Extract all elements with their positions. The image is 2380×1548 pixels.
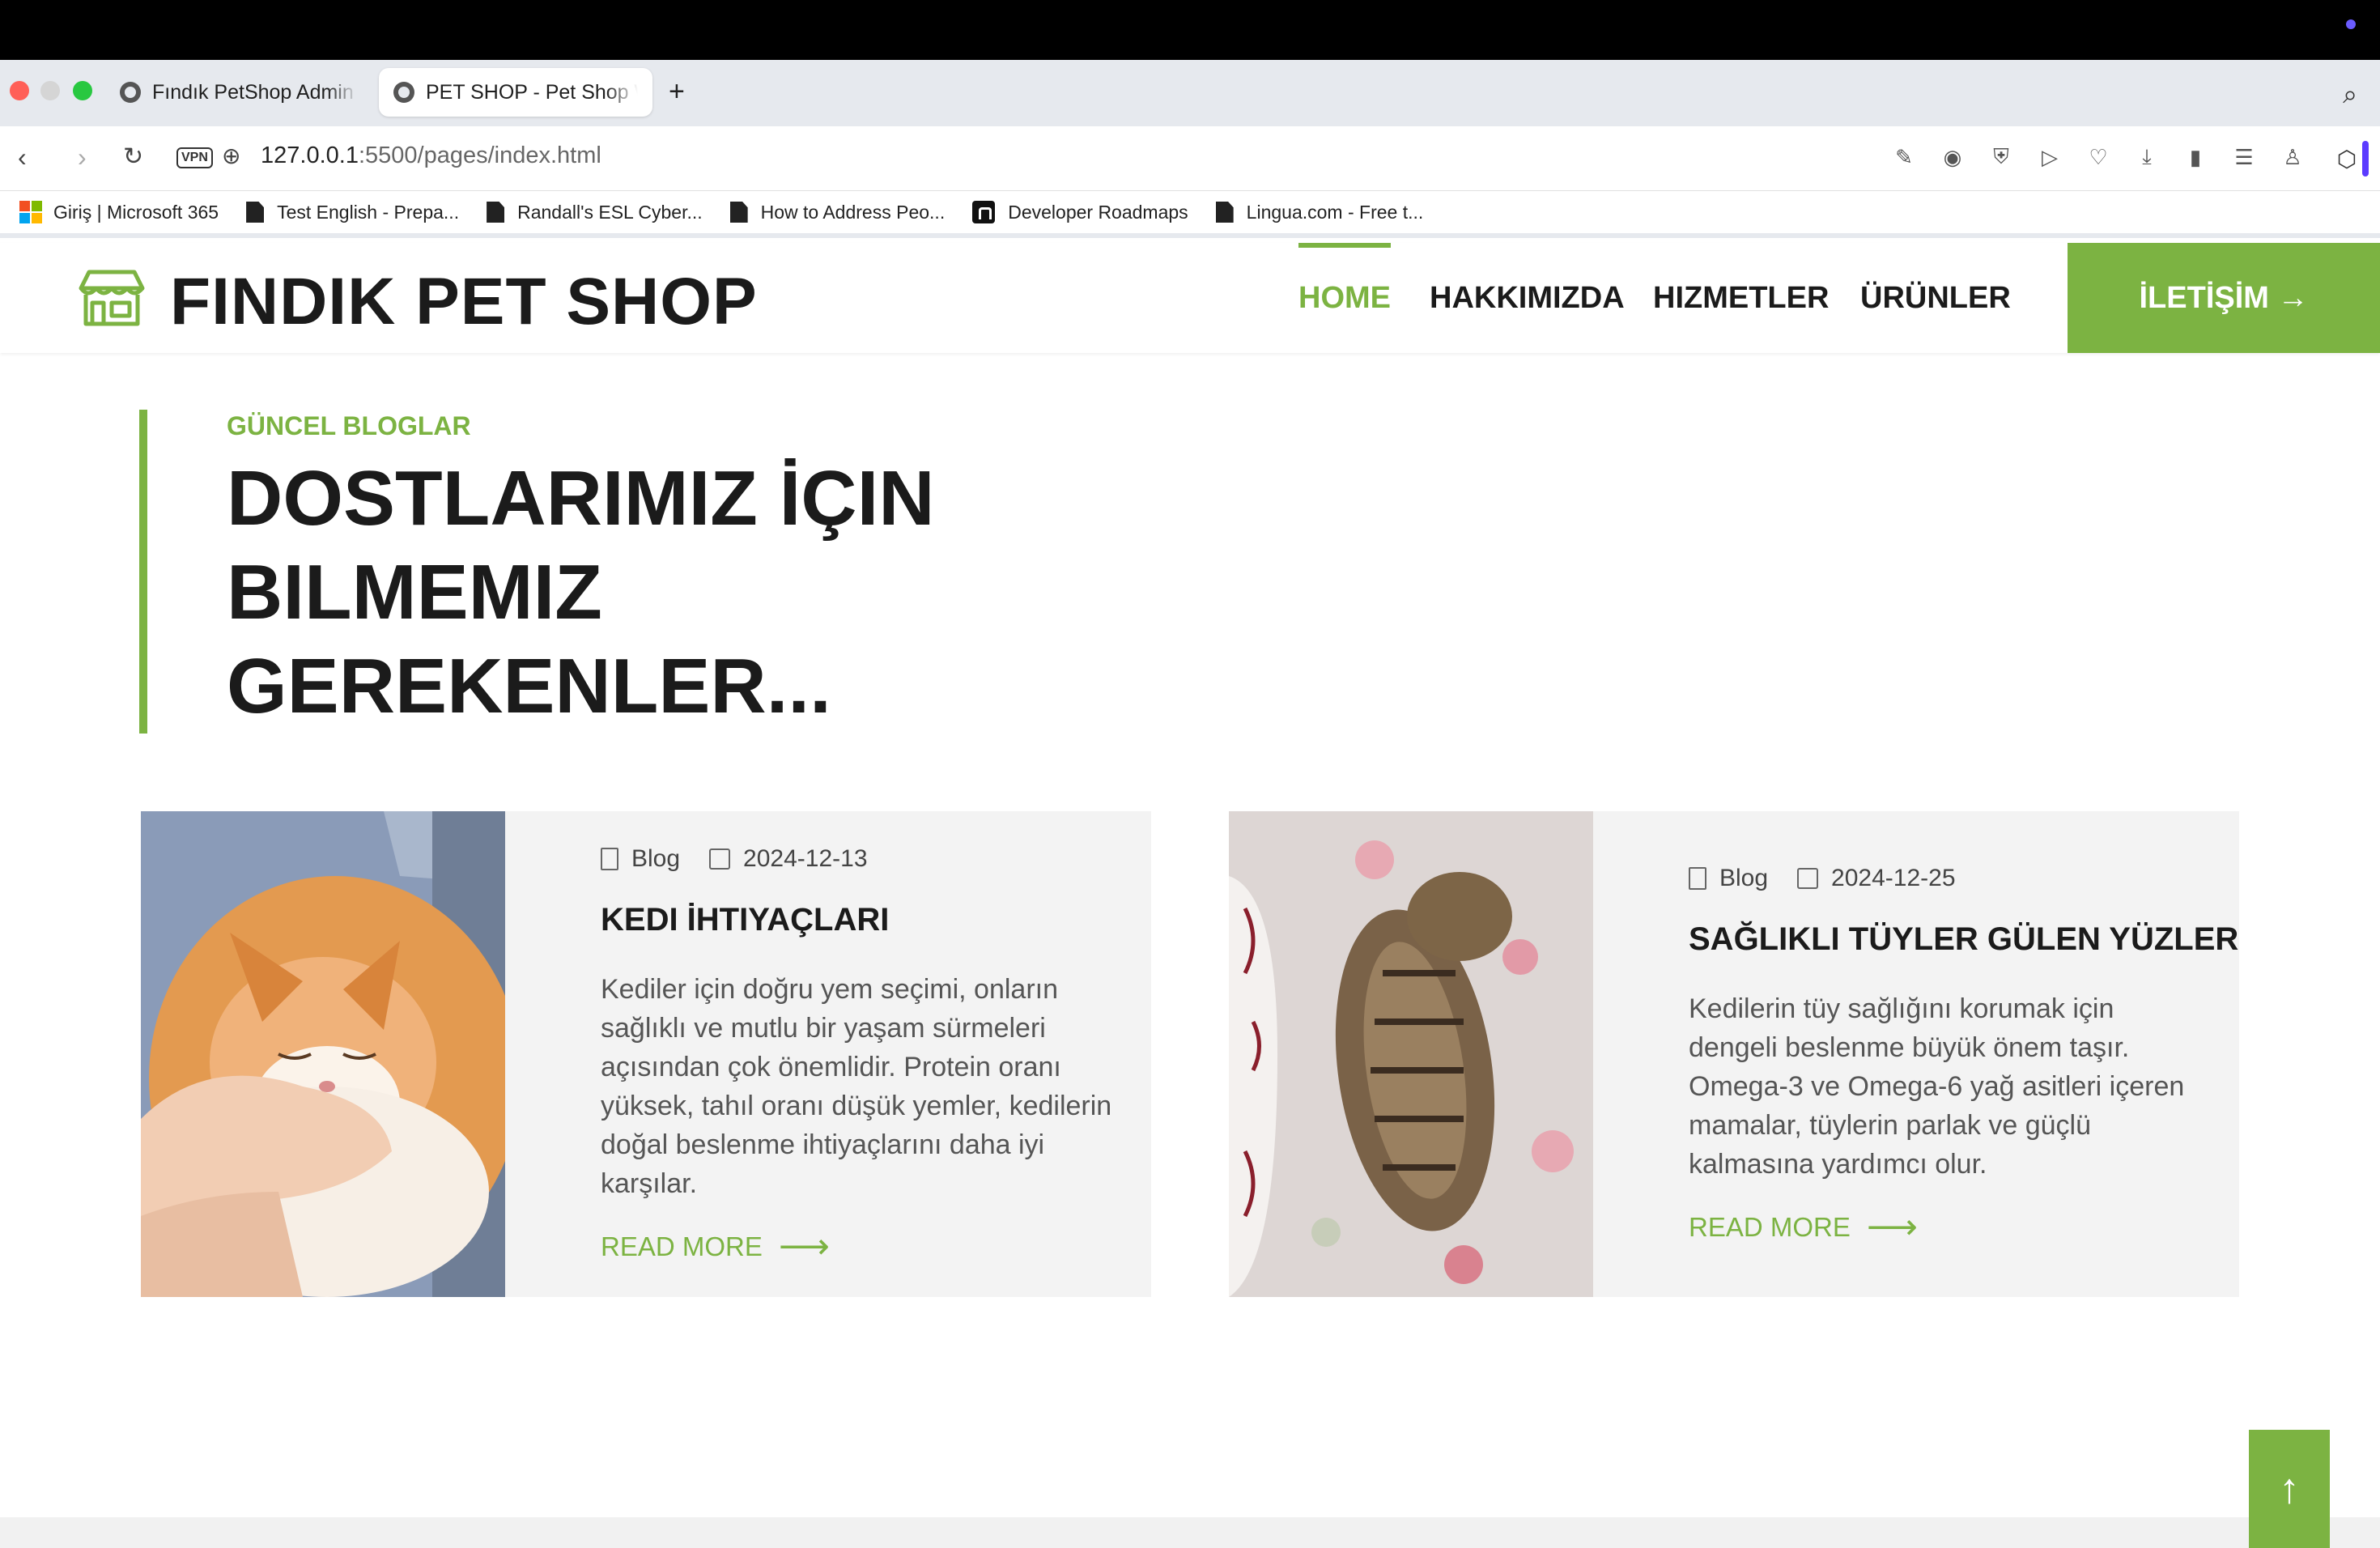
post-description: Kedilerin tüy sağlığını korumak için den… xyxy=(1689,993,2185,1180)
post-title[interactable]: SAĞLIKLI TÜYLER GÜLEN YÜZLER xyxy=(1689,921,2238,958)
blog-card: Blog 2024-12-25 SAĞLIKLI TÜYLER GÜLEN YÜ… xyxy=(1229,811,2239,1297)
calendar-icon xyxy=(1797,868,1819,889)
web-page: FINDIK PET SHOP HOME HAKKIMIZDA HIZMETLE… xyxy=(0,243,2380,1548)
bookmark-microsoft[interactable]: Giriş | Microsoft 365 xyxy=(19,201,219,223)
microsoft-icon xyxy=(19,201,42,223)
search-tabs-icon[interactable]: ⌕ xyxy=(2343,79,2357,110)
post-description: Kediler için doğru yem seçimi, onların s… xyxy=(601,974,1112,1199)
bookmark-lingua[interactable]: Lingua.com - Free t... xyxy=(1215,201,1424,223)
section-subtitle: GÜNCEL BLOGLAR xyxy=(227,411,471,440)
nav-home[interactable]: HOME xyxy=(1298,243,1391,353)
post-meta: Blog 2024-12-25 xyxy=(1689,865,1956,892)
site-info-icon[interactable]: ⊕ xyxy=(222,142,240,169)
bookmark-how-to-address[interactable]: How to Address Peo... xyxy=(729,201,946,223)
blog-card: Blog 2024-12-13 KEDI İHTIYAÇLARI Kediler… xyxy=(141,811,1151,1297)
tab-title: PET SHOP - Pet Shop Website xyxy=(426,80,638,104)
page-icon xyxy=(487,202,505,223)
post-title[interactable]: KEDI İHTIYAÇLARI xyxy=(601,902,889,938)
url-field[interactable]: 127.0.0.1:5500/pages/index.html xyxy=(261,142,601,169)
browser-tab-petshop[interactable]: PET SHOP - Pet Shop Website xyxy=(379,68,652,117)
status-dot xyxy=(2346,19,2356,29)
browser-tab-admin[interactable]: Fındık PetShop Admin Pa xyxy=(105,68,372,117)
new-tab-icon[interactable]: + xyxy=(669,76,685,108)
site-header: FINDIK PET SHOP HOME HAKKIMIZDA HIZMETLE… xyxy=(0,243,2380,353)
forward-icon[interactable]: › xyxy=(78,142,87,172)
nav-hakkimizda[interactable]: HAKKIMIZDA xyxy=(1430,243,1625,353)
page-icon xyxy=(246,202,265,223)
page-icon xyxy=(1215,202,1234,223)
nav-hizmetler[interactable]: HIZMETLER xyxy=(1653,243,1829,353)
bookmark-label: How to Address Peo... xyxy=(760,201,946,223)
arrow-right-icon: ⟶ xyxy=(1866,1207,1918,1247)
post-category[interactable]: Blog xyxy=(631,845,680,873)
footer-strip xyxy=(0,1517,2380,1548)
post-category[interactable]: Blog xyxy=(1719,865,1768,892)
bookmark-label: Giriş | Microsoft 365 xyxy=(53,201,219,223)
read-more-label: READ MORE xyxy=(1689,1211,1851,1242)
profile-icon[interactable]: ♙ xyxy=(2278,142,2307,172)
browser-window: Fındık PetShop Admin Pa PET SHOP - Pet S… xyxy=(0,60,2380,1548)
vpn-badge[interactable]: VPN xyxy=(176,147,213,168)
address-bar: ‹ › ↻ VPN ⊕ 127.0.0.1:5500/pages/index.h… xyxy=(0,126,2380,191)
toolbar-icons: ✎ ◉ ⛨ ▷ ♡ ⤓ ▮ ☰ ♙ xyxy=(1889,142,2307,172)
section-title-line: DOSTLARIMIZ İÇIN xyxy=(227,455,935,542)
page-icon xyxy=(729,202,748,223)
bookmark-developer-roadmaps[interactable]: Developer Roadmaps xyxy=(972,201,1188,223)
bookmark-label: Lingua.com - Free t... xyxy=(1246,201,1424,223)
roadmap-icon xyxy=(972,201,996,223)
section-accent-bar xyxy=(139,410,147,734)
heart-icon[interactable]: ♡ xyxy=(2084,142,2113,172)
post-date: 2024-12-13 xyxy=(743,845,868,872)
post-meta: Blog 2024-12-13 xyxy=(601,845,868,873)
bookmarks-bar: Giriş | Microsoft 365 Test English - Pre… xyxy=(0,191,2380,238)
tab-title: Fındık PetShop Admin Pa xyxy=(152,80,358,104)
shield-icon[interactable]: ⛨ xyxy=(1987,142,2016,172)
maximize-window-button[interactable] xyxy=(73,81,92,100)
bookmark-label: Test English - Prepa... xyxy=(277,201,460,223)
section-title-line: GEREKENLER... xyxy=(227,643,831,729)
sidebar-indicator xyxy=(2362,141,2369,176)
bookmark-randalls[interactable]: Randall's ESL Cyber... xyxy=(487,202,703,223)
bookmark-icon xyxy=(1689,867,1706,890)
edit-icon[interactable]: ✎ xyxy=(1889,142,1919,172)
post-date: 2024-12-25 xyxy=(1831,865,1956,891)
section-title-line: BILMEMIZ xyxy=(227,549,602,636)
nav-urunler[interactable]: ÜRÜNLER xyxy=(1860,243,2011,353)
site-brand[interactable]: FINDIK PET SHOP xyxy=(170,264,758,340)
calendar-icon xyxy=(709,848,731,870)
bookmark-label: Randall's ESL Cyber... xyxy=(517,201,703,223)
globe-icon xyxy=(393,82,414,103)
download-icon[interactable]: ⤓ xyxy=(2132,142,2161,172)
shop-logo-icon[interactable] xyxy=(78,266,146,329)
tab-bar: Fındık PetShop Admin Pa PET SHOP - Pet S… xyxy=(0,60,2380,126)
close-window-button[interactable] xyxy=(10,81,29,100)
minimize-window-button[interactable] xyxy=(40,81,60,100)
arrow-right-icon: ⟶ xyxy=(778,1227,830,1266)
url-path: :5500/pages/index.html xyxy=(358,142,601,168)
battery-icon[interactable]: ▮ xyxy=(2181,142,2210,172)
bookmark-label: Developer Roadmaps xyxy=(1008,201,1188,223)
bookmark-test-english[interactable]: Test English - Prepa... xyxy=(246,202,459,223)
contact-button[interactable]: İLETİŞİM → xyxy=(2068,243,2380,353)
os-menu-bar xyxy=(0,0,2380,60)
blog-image-orange-cat[interactable] xyxy=(141,811,505,1297)
url-host: 127.0.0.1 xyxy=(261,142,359,168)
bookmark-icon xyxy=(601,848,618,870)
extensions-icon[interactable]: ⬡ xyxy=(2314,126,2380,191)
blog-image-tabby-cat[interactable] xyxy=(1229,811,1593,1297)
settings-sliders-icon[interactable]: ☰ xyxy=(2229,142,2259,172)
camera-icon[interactable]: ◉ xyxy=(1938,142,1967,172)
reload-icon[interactable]: ↻ xyxy=(123,142,143,171)
play-icon[interactable]: ▷ xyxy=(2035,142,2064,172)
globe-icon xyxy=(120,82,141,103)
back-icon[interactable]: ‹ xyxy=(18,142,27,172)
read-more-link[interactable]: READ MORE ⟶ xyxy=(1689,1206,1918,1248)
read-more-label: READ MORE xyxy=(601,1231,763,1261)
section-title: DOSTLARIMIZ İÇIN BILMEMIZ GEREKENLER... xyxy=(227,452,1036,734)
read-more-link[interactable]: READ MORE ⟶ xyxy=(601,1226,830,1267)
back-to-top-button[interactable]: ↑ xyxy=(2249,1430,2330,1548)
